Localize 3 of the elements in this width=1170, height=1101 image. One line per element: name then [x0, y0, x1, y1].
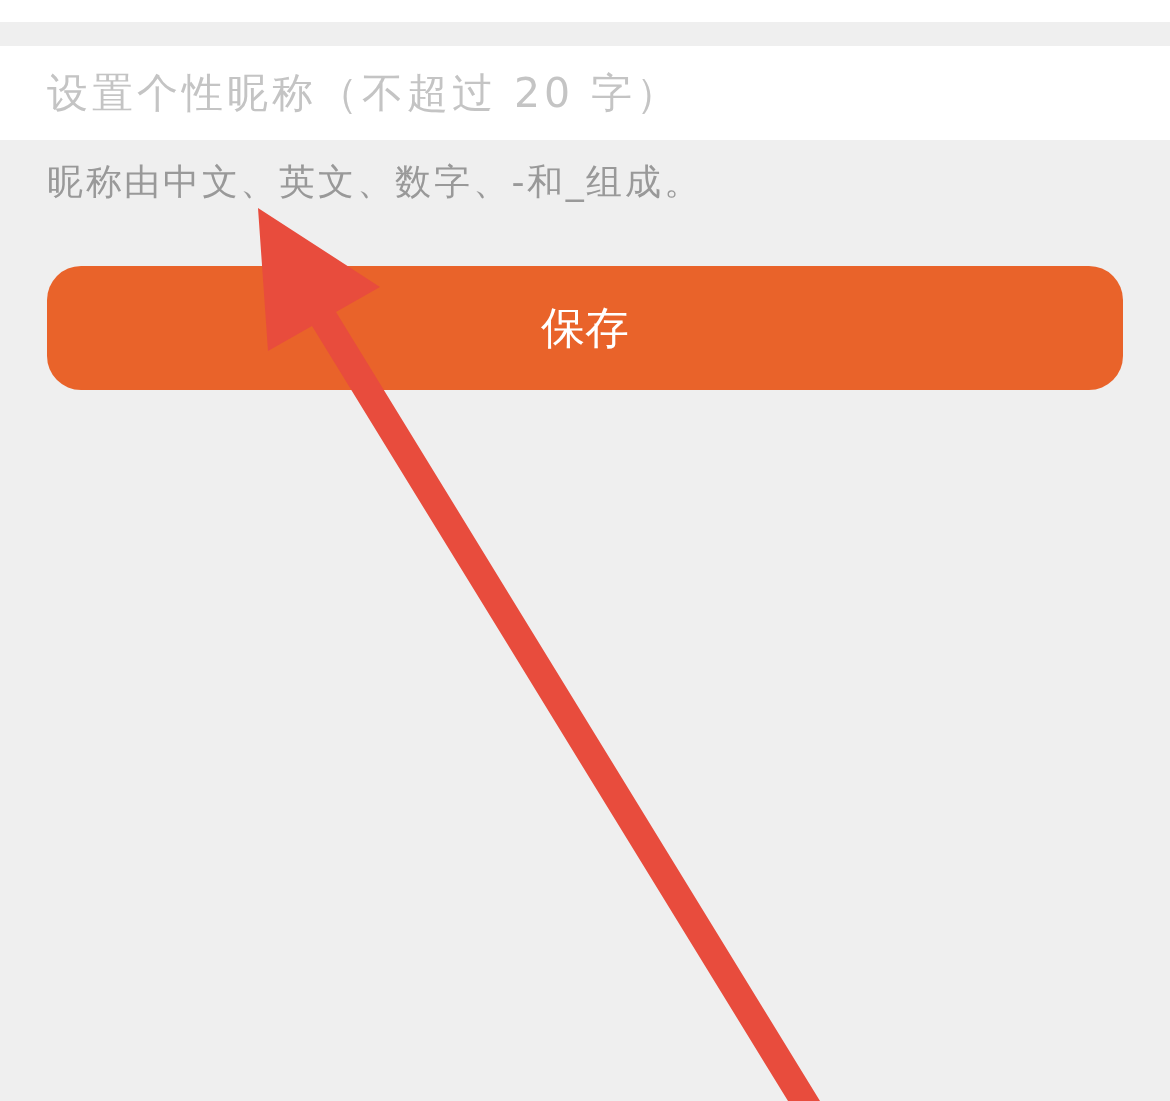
save-button[interactable]: 保存	[47, 266, 1123, 390]
nickname-input-field[interactable]: 设置个性昵称（不超过 20 字）	[0, 46, 1170, 140]
hint-text: 昵称由中文、英文、数字、-和_组成。	[47, 160, 703, 204]
